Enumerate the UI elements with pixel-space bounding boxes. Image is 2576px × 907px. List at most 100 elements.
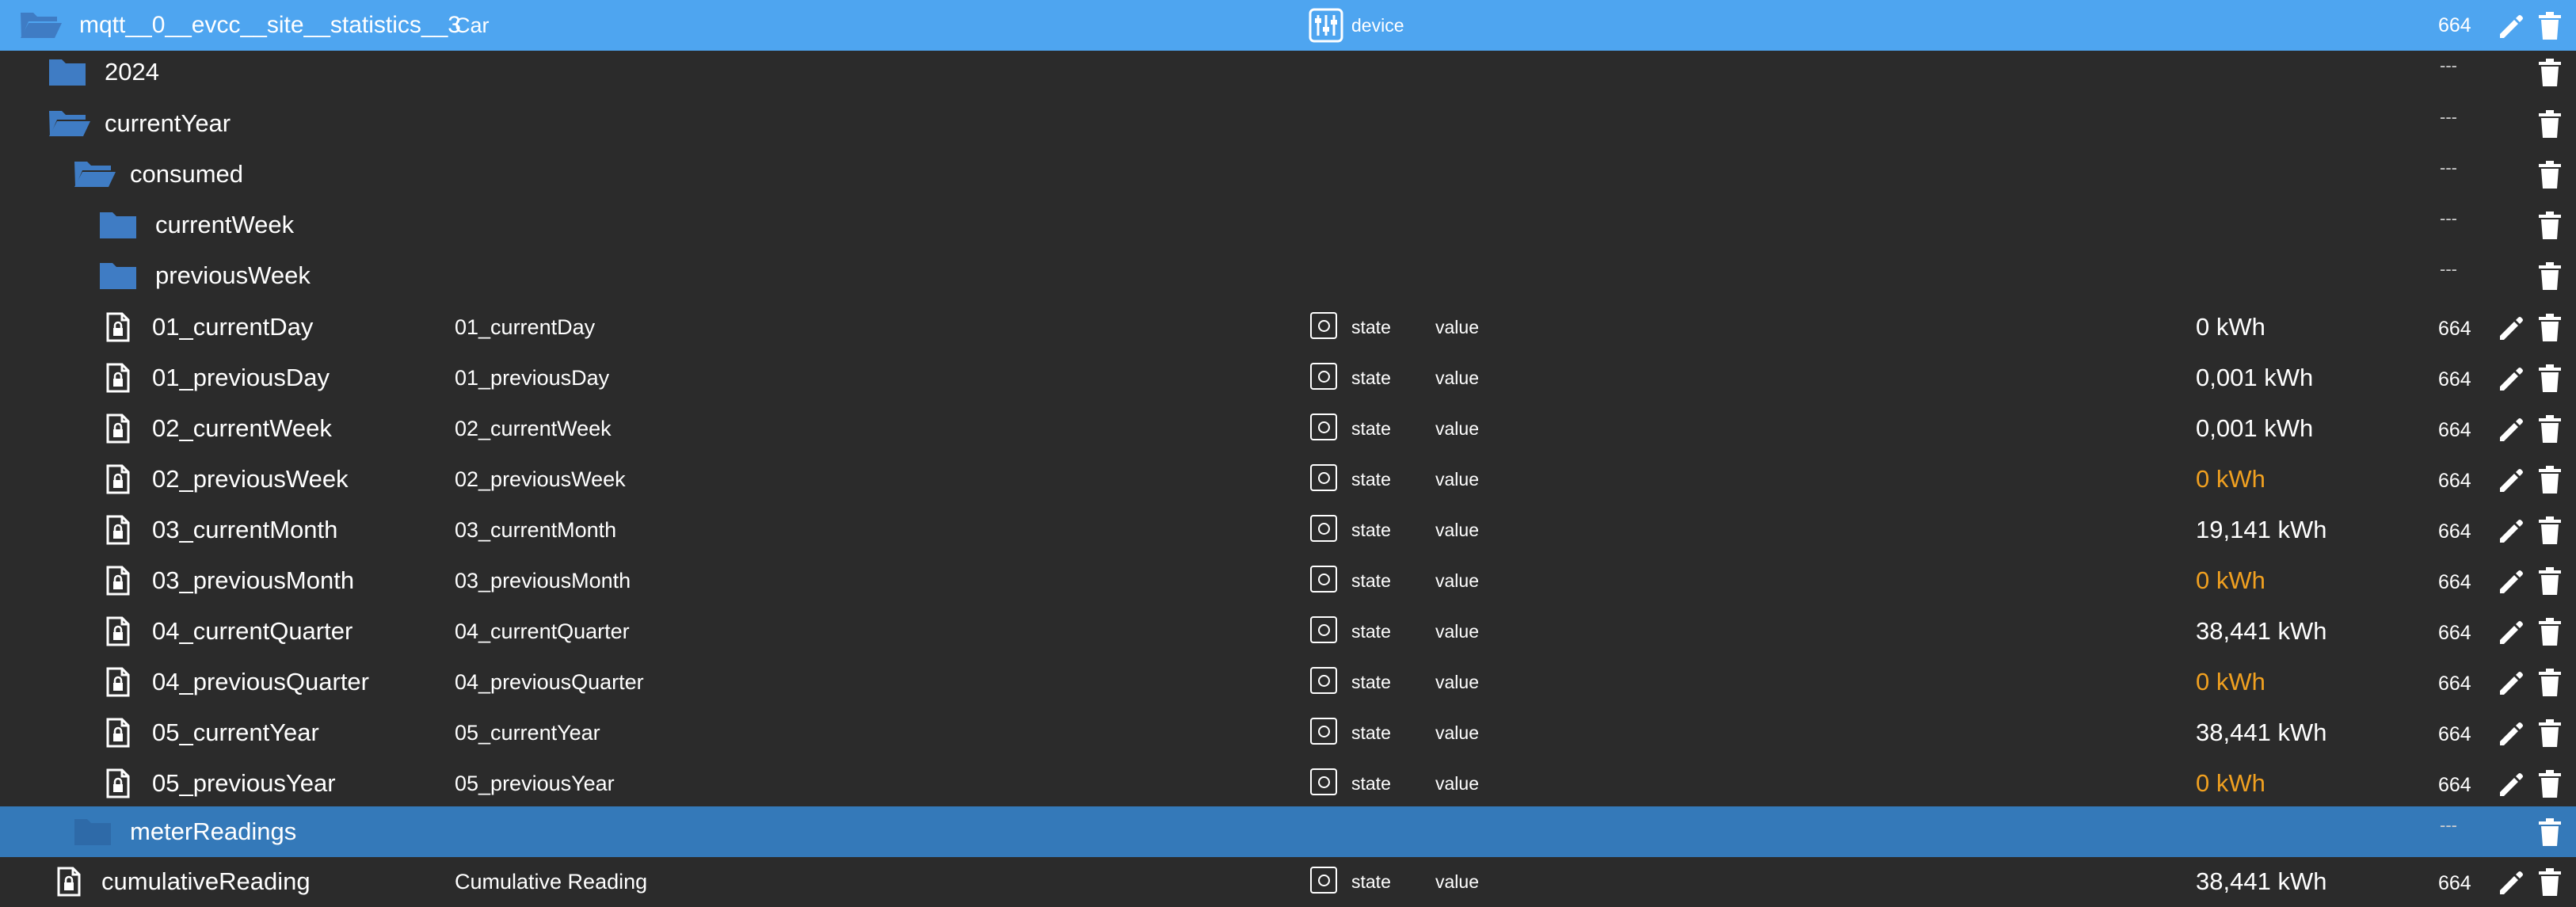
tree-row-root[interactable]: mqtt__0__evcc__site__statistics__3 Car d…: [0, 0, 2576, 51]
state-object-name: Cumulative Reading: [455, 870, 648, 894]
folder-name: currentWeek: [155, 211, 295, 238]
trash-icon: [2539, 161, 2561, 189]
edit-button[interactable]: [2497, 568, 2525, 596]
trash-icon: [2539, 110, 2561, 138]
delete-button[interactable]: [2538, 516, 2562, 545]
state-name: 01_currentDay: [152, 313, 314, 341]
state-role: value: [1435, 871, 1479, 892]
state-value: 38,441 kWh: [2196, 707, 2326, 758]
tree-row-03_previousMonth[interactable]: 03_previousMonth 03_previousMonth state val…: [0, 555, 2576, 606]
edit-button[interactable]: [2497, 771, 2525, 799]
pencil-icon: [2500, 317, 2523, 340]
delete-button[interactable]: [2538, 818, 2562, 847]
tree-row-02_previousWeek[interactable]: 02_previousWeek 02_previousWeek state value…: [0, 454, 2576, 505]
edit-button[interactable]: [2497, 869, 2525, 897]
state-type-icon: [1310, 718, 1337, 745]
state-value: 0 kWh: [2196, 454, 2265, 505]
delete-button[interactable]: [2538, 669, 2562, 697]
tree-row-01_currentDay[interactable]: 01_currentDay 01_currentDay state value 0 kW…: [0, 302, 2576, 353]
tree-row-05_previousYear[interactable]: 05_previousYear 05_previousYear state value…: [0, 758, 2576, 809]
trash-icon: [2539, 59, 2561, 86]
tree-row-03_currentMonth[interactable]: 03_currentMonth 03_currentMonth state value…: [0, 505, 2576, 555]
delete-button[interactable]: [2538, 59, 2562, 87]
state-value: 19,141 kWh: [2196, 505, 2326, 555]
tree-row-meterReadings[interactable]: meterReadings ---: [0, 806, 2576, 857]
tree-row-previousWeek[interactable]: previousWeek ---: [0, 250, 2576, 301]
folder-dash: ---: [2440, 55, 2457, 75]
edit-button[interactable]: [2497, 669, 2525, 698]
value-unit: kWh: [2216, 465, 2265, 493]
value-unit: kWh: [2277, 867, 2327, 895]
delete-button[interactable]: [2538, 719, 2562, 748]
edit-button[interactable]: [2497, 517, 2525, 546]
trash-icon: [2539, 770, 2561, 798]
folder-open-icon[interactable]: [73, 149, 117, 200]
object-tree: mqtt__0__evcc__site__statistics__3 Car d…: [0, 0, 2576, 907]
delete-button[interactable]: [2538, 770, 2562, 798]
tree-row-04_previousQuarter[interactable]: 04_previousQuarter 04_previousQuarter stat…: [0, 657, 2576, 707]
value-number: 19,141: [2196, 516, 2271, 543]
folder-icon[interactable]: [48, 47, 87, 97]
folder-icon[interactable]: [73, 806, 112, 857]
tree-row-01_previousDay[interactable]: 01_previousDay 01_previousDay state value 0,…: [0, 353, 2576, 403]
file-lock-icon: [106, 758, 130, 809]
delete-button[interactable]: [2538, 466, 2562, 494]
delete-button[interactable]: [2538, 12, 2562, 40]
state-value: 0 kWh: [2196, 657, 2265, 707]
state-type-icon: [1310, 413, 1337, 440]
edit-button[interactable]: [2497, 314, 2525, 343]
folder-open-icon[interactable]: [19, 0, 63, 51]
state-value: 38,441 kWh: [2196, 606, 2326, 657]
state-acl: 664: [2438, 318, 2471, 340]
edit-button[interactable]: [2497, 416, 2525, 444]
edit-button[interactable]: [2497, 467, 2525, 495]
folder-icon[interactable]: [98, 200, 138, 250]
edit-button[interactable]: [2497, 619, 2525, 647]
edit-button[interactable]: [2497, 13, 2525, 41]
folder-dash: ---: [2440, 208, 2457, 228]
tree-row-04_currentQuarter[interactable]: 04_currentQuarter 04_currentQuarter state v…: [0, 606, 2576, 657]
tree-row-2024[interactable]: 2024 ---: [0, 47, 2576, 97]
delete-button[interactable]: [2538, 868, 2562, 897]
delete-button[interactable]: [2538, 567, 2562, 596]
tree-row-02_currentWeek[interactable]: 02_currentWeek 02_currentWeek state value 0,…: [0, 403, 2576, 454]
delete-button[interactable]: [2538, 618, 2562, 646]
edit-button[interactable]: [2497, 720, 2525, 749]
file-lock-icon: [106, 302, 130, 353]
tree-row-currentYear[interactable]: currentYear ---: [0, 98, 2576, 149]
delete-button[interactable]: [2538, 415, 2562, 444]
delete-button[interactable]: [2538, 364, 2562, 393]
state-type-icon: [1310, 566, 1337, 593]
delete-button[interactable]: [2538, 212, 2562, 240]
value-number: 38,441: [2196, 718, 2271, 746]
tree-row-cumulativeReading[interactable]: cumulativeReading Cumulative Reading sta…: [0, 856, 2576, 907]
pencil-icon: [2500, 469, 2523, 492]
folder-open-icon[interactable]: [48, 98, 92, 149]
folder-name: previousWeek: [155, 261, 311, 289]
folder-name: consumed: [130, 160, 244, 188]
edit-button[interactable]: [2497, 365, 2525, 394]
value-number: 0: [2196, 668, 2210, 695]
folder-icon[interactable]: [98, 250, 138, 301]
state-name: 03_previousMonth: [152, 566, 355, 594]
delete-button[interactable]: [2538, 262, 2562, 291]
state-role: value: [1435, 368, 1479, 388]
file-lock-icon: [106, 454, 130, 505]
value-unit: kWh: [2277, 718, 2327, 746]
trash-icon: [2539, 818, 2561, 846]
tree-row-currentWeek[interactable]: currentWeek ---: [0, 200, 2576, 250]
state-type-label: state: [1351, 570, 1391, 591]
delete-button[interactable]: [2538, 110, 2562, 139]
delete-button[interactable]: [2538, 314, 2562, 342]
state-role: value: [1435, 469, 1479, 490]
state-acl: 664: [2438, 571, 2471, 593]
pencil-icon: [2500, 871, 2523, 894]
tree-row-05_currentYear[interactable]: 05_currentYear 05_currentYear state value 38…: [0, 707, 2576, 758]
state-type-label: state: [1351, 672, 1391, 692]
value-number: 38,441: [2196, 867, 2271, 895]
delete-button[interactable]: [2538, 161, 2562, 189]
state-acl: 664: [2438, 520, 2471, 543]
state-value: 0 kWh: [2196, 555, 2265, 606]
value-unit: kWh: [2216, 566, 2265, 594]
tree-row-consumed[interactable]: consumed ---: [0, 149, 2576, 200]
